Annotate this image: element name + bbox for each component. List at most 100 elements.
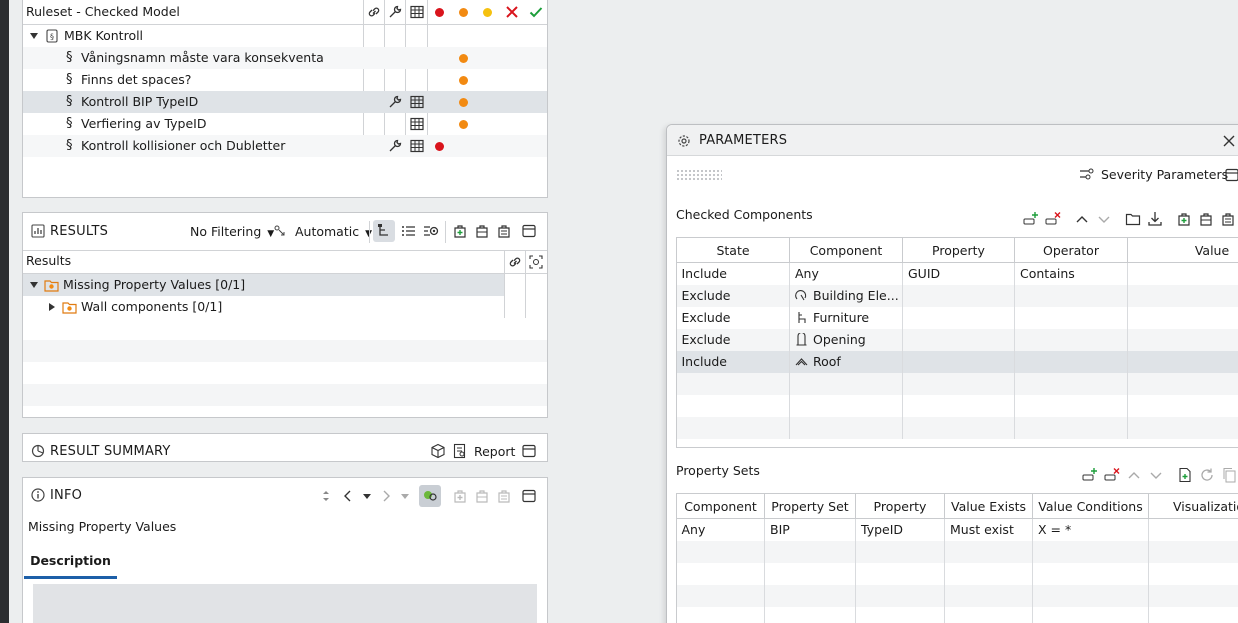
panel-layout-icon[interactable]: [521, 443, 537, 459]
cell-value[interactable]: [1127, 328, 1238, 351]
cell-value[interactable]: [1127, 306, 1238, 329]
drag-handle[interactable]: [676, 169, 722, 181]
ruleset-rule-row[interactable]: § Verfiering av TypeID: [23, 113, 547, 135]
cell-visualization[interactable]: [1148, 540, 1238, 563]
table-row[interactable]: Include Roof: [677, 350, 1238, 373]
cell-state[interactable]: Exclude: [677, 306, 790, 329]
panel-layout-icon[interactable]: [1224, 167, 1238, 183]
expand-arrow-icon[interactable]: [45, 300, 59, 314]
cell-value-conditions[interactable]: [1032, 562, 1149, 585]
cell-property[interactable]: [855, 562, 945, 585]
severity-parameters-button[interactable]: Severity Parameters: [1079, 167, 1228, 182]
open-folder-icon[interactable]: [1125, 211, 1141, 227]
table-row[interactable]: [677, 416, 1238, 439]
move-up-icon[interactable]: [1074, 211, 1090, 227]
severity-orange-filter[interactable]: [459, 8, 468, 17]
table-row[interactable]: [677, 584, 1238, 607]
issue-bag-icon[interactable]: [474, 488, 490, 504]
cell-value[interactable]: [1127, 416, 1238, 439]
cell-visualization[interactable]: [1148, 606, 1238, 623]
panel-layout-icon[interactable]: [521, 488, 537, 504]
passed-check-icon[interactable]: [529, 5, 543, 19]
issue-list-icon[interactable]: [496, 488, 512, 504]
mode-dropdown[interactable]: Automatic ▼: [273, 224, 372, 239]
report-button[interactable]: Report: [453, 443, 515, 459]
cell-state[interactable]: [677, 416, 790, 439]
cell-component[interactable]: [677, 584, 765, 607]
table-row[interactable]: [677, 562, 1238, 585]
cell-state[interactable]: Exclude: [677, 284, 790, 307]
refresh-icon[interactable]: [1199, 467, 1215, 483]
cell-property[interactable]: [902, 306, 1015, 329]
results-row-wall-components[interactable]: Wall components [0/1]: [23, 296, 504, 318]
chevron-down-icon[interactable]: [360, 489, 374, 503]
cell-property-set[interactable]: [764, 540, 856, 563]
table-row[interactable]: [677, 394, 1238, 417]
cell-state[interactable]: Include: [677, 262, 790, 285]
cell-property[interactable]: [902, 284, 1015, 307]
cell-operator[interactable]: [1014, 350, 1128, 373]
chevron-right-icon[interactable]: [379, 489, 393, 503]
panel-layout-icon[interactable]: [521, 223, 537, 239]
cell-value-conditions[interactable]: X = *: [1032, 518, 1149, 541]
cell-value-exists[interactable]: [944, 562, 1033, 585]
ruleset-root-row[interactable]: § MBK Kontroll: [23, 25, 547, 47]
table-icon[interactable]: [410, 5, 424, 19]
cell-value[interactable]: [1127, 350, 1238, 373]
add-to-issues-icon[interactable]: [452, 488, 468, 504]
remove-row-icon[interactable]: [1104, 467, 1120, 483]
cell-state[interactable]: [677, 372, 790, 395]
cell-value-exists[interactable]: [944, 606, 1033, 623]
link-icon[interactable]: [508, 255, 522, 269]
cell-visualization[interactable]: [1148, 562, 1238, 585]
cell-property-set[interactable]: [764, 562, 856, 585]
cell-component[interactable]: Furniture: [789, 306, 903, 329]
link-icon[interactable]: [367, 5, 381, 19]
add-to-issues-icon[interactable]: [452, 223, 468, 239]
tree-view-button[interactable]: [373, 220, 395, 242]
table-row[interactable]: Include Any GUID Contains: [677, 262, 1238, 285]
cell-component[interactable]: Building Ele...: [789, 284, 903, 307]
grouping-settings-icon[interactable]: [423, 223, 439, 239]
cell-state[interactable]: Include: [677, 350, 790, 373]
table-row[interactable]: [677, 540, 1238, 563]
cell-operator[interactable]: Contains: [1014, 262, 1128, 285]
issue-bag-icon[interactable]: [1198, 211, 1214, 227]
cell-component[interactable]: Any: [677, 518, 765, 541]
chevron-left-icon[interactable]: [341, 489, 355, 503]
add-row-icon[interactable]: [1023, 211, 1039, 227]
issue-list-icon[interactable]: [1220, 211, 1236, 227]
cell-value[interactable]: [1127, 284, 1238, 307]
wrench-icon[interactable]: [388, 95, 402, 109]
tab-description[interactable]: Description: [24, 546, 117, 579]
cell-visualization[interactable]: [1148, 584, 1238, 607]
cell-component[interactable]: [789, 372, 903, 395]
cell-value[interactable]: [1127, 372, 1238, 395]
cell-component[interactable]: [677, 606, 765, 623]
cell-component[interactable]: Roof: [789, 350, 903, 373]
severity-yellow-filter[interactable]: [483, 8, 492, 17]
column-header[interactable]: Visualization: [1148, 494, 1238, 519]
move-down-icon[interactable]: [1148, 467, 1164, 483]
cell-operator[interactable]: [1014, 328, 1128, 351]
cell-operator[interactable]: [1014, 306, 1128, 329]
table-row[interactable]: [677, 372, 1238, 395]
add-row-icon[interactable]: [1082, 467, 1098, 483]
cell-value-exists[interactable]: Must exist: [944, 518, 1033, 541]
cell-property-set[interactable]: BIP: [764, 518, 856, 541]
ruleset-rule-row[interactable]: § Kontroll kollisioner och Dubletter: [23, 135, 547, 157]
filter-dropdown[interactable]: No Filtering ▼: [190, 224, 274, 239]
cell-component[interactable]: Opening: [789, 328, 903, 351]
column-header[interactable]: Value Conditions: [1032, 494, 1149, 519]
ruleset-rule-row[interactable]: § Våningsnamn måste vara konsekventa: [23, 47, 547, 69]
table-row[interactable]: Exclude Furniture: [677, 306, 1238, 329]
move-down-icon[interactable]: [1096, 211, 1112, 227]
add-property-set-icon[interactable]: [1177, 467, 1193, 483]
issue-bag-icon[interactable]: [474, 223, 490, 239]
table-icon[interactable]: [410, 139, 424, 153]
cell-operator[interactable]: [1014, 416, 1128, 439]
cell-component[interactable]: [789, 416, 903, 439]
cell-property[interactable]: GUID: [902, 262, 1015, 285]
cell-component[interactable]: [789, 394, 903, 417]
cell-property[interactable]: [855, 540, 945, 563]
